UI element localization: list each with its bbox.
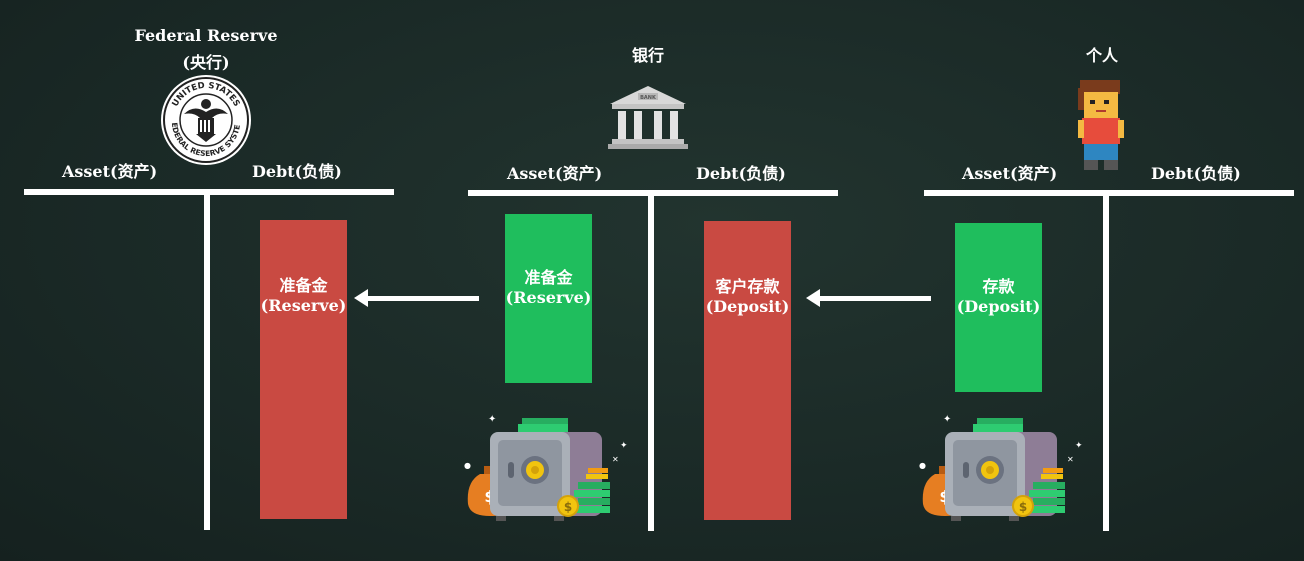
arrow-person-to-bank (806, 289, 931, 307)
fed-ledger-vertical-line (204, 195, 210, 530)
bank-sign-text: BANK (640, 95, 657, 101)
person-safe-with-money-icon: $ $ ✦ ✦ ● ✕ (915, 412, 1085, 522)
bank-deposit-liability-bar: 客户存款 (Deposit) (704, 221, 791, 520)
bank-title: 银行 (631, 46, 664, 65)
bank-reserve-bar-line2: (Reserve) (505, 288, 592, 307)
bank-deposit-bar-line1: 客户存款 (715, 277, 780, 296)
fed-title: Federal Reserve (央行) (106, 26, 306, 73)
bank-reserve-bar-line1: 准备金 (524, 268, 573, 287)
federal-reserve-seal-icon: UNITED STATES FEDERAL RESERVE SYSTEM (156, 67, 252, 166)
fed-asset-label: Asset(资产) (62, 162, 158, 181)
fed-title-line2: (央行) (182, 53, 230, 72)
person-ledger-horizontal-line (924, 190, 1294, 196)
person-deposit-bar-line1: 存款 (982, 277, 1015, 296)
bank-asset-label: Asset(资产) (507, 164, 603, 183)
svg-text:✦: ✦ (488, 414, 496, 425)
fed-reserve-bar-line2: (Reserve) (260, 296, 347, 315)
svg-text:●: ● (464, 461, 471, 470)
svg-text:✦: ✦ (943, 414, 951, 425)
bank-safe-with-money-icon: $ $ ✦ ✦ ● ✕ (460, 412, 630, 522)
svg-text:✕: ✕ (612, 455, 619, 464)
bank-deposit-bar-line2: (Deposit) (705, 297, 790, 316)
fed-reserve-bar-line1: 准备金 (279, 276, 328, 295)
person-asset-label: Asset(资产) (962, 164, 1058, 183)
svg-text:$: $ (564, 500, 572, 514)
person-deposit-bar-line2: (Deposit) (956, 297, 1041, 316)
bank-debt-label: Debt(负债) (696, 164, 786, 183)
person-avatar-icon (1074, 78, 1126, 172)
bank-ledger-vertical-line (648, 196, 654, 531)
svg-text:●: ● (919, 461, 926, 470)
person-title: 个人 (1085, 46, 1118, 65)
arrow-bank-to-fed (354, 289, 479, 307)
bank-building-icon: BANK (606, 84, 690, 150)
person-ledger-vertical-line (1103, 196, 1109, 531)
fed-debt-label: Debt(负债) (252, 162, 342, 181)
person-debt-label: Debt(负债) (1151, 164, 1241, 183)
svg-text:✦: ✦ (1075, 441, 1083, 451)
svg-text:✦: ✦ (620, 441, 628, 451)
person-deposit-asset-bar: 存款 (Deposit) (955, 223, 1042, 392)
svg-text:✕: ✕ (1067, 455, 1074, 464)
fed-reserve-liability-bar: 准备金 (Reserve) (260, 220, 347, 519)
fed-title-line1: Federal Reserve (134, 26, 278, 45)
svg-text:$: $ (1019, 500, 1027, 514)
bank-reserve-asset-bar: 准备金 (Reserve) (505, 214, 592, 383)
